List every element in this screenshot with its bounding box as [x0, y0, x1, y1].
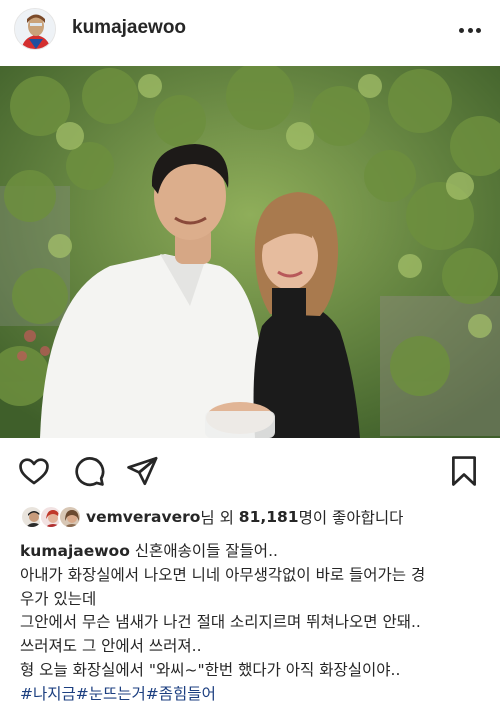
comment-button[interactable]	[72, 454, 106, 488]
caption-author[interactable]: kumajaewoo	[20, 542, 130, 560]
likes-text-suffix: 명이 좋아합니다	[298, 509, 404, 527]
more-dot	[476, 27, 481, 33]
profile-avatar[interactable]	[14, 8, 56, 50]
post-photo[interactable]	[0, 66, 500, 438]
like-button[interactable]	[17, 454, 51, 488]
save-button[interactable]	[447, 454, 481, 488]
post-actions	[0, 446, 500, 498]
bookmark-icon	[452, 456, 476, 486]
share-icon	[127, 456, 158, 486]
share-button[interactable]	[125, 454, 159, 488]
caption-hashtags[interactable]: #나지금#눈뜨는거#좀힘들어	[20, 683, 490, 706]
caption-text: 우가 있는데	[20, 589, 97, 608]
liker-avatars	[20, 505, 82, 529]
likes-summary[interactable]: vemveravero 님 외 81,181 명이 좋아합니다	[20, 505, 403, 529]
more-dot	[467, 27, 473, 33]
post-header: kumajaewoo	[0, 0, 500, 58]
more-horizontal-icon	[459, 27, 464, 33]
avatar-image	[15, 9, 55, 49]
caption-text: 형 오늘 화장실에서 "와씨~"한번 했다가 아직 화장실이야..	[20, 660, 401, 679]
post-image	[0, 66, 500, 438]
heart-icon	[19, 458, 49, 485]
post-caption: kumajaewoo 신혼애송이들 잘들어.. 아내가 화장실에서 나오면 니네…	[20, 540, 490, 706]
liker-avatar	[58, 505, 82, 529]
caption-line: kumajaewoo 신혼애송이들 잘들어..	[20, 540, 490, 564]
caption-text: 쓰러져도 그 안에서 쓰러져..	[20, 637, 202, 656]
caption-text: 그안에서 무슨 냄새가 나건 절대 소리지르며 뛰쳐나오면 안돼..	[20, 613, 421, 632]
caption-text: 아내가 화장실에서 나오면 니네 아무생각없이 바로 들어가는 경	[20, 565, 426, 584]
caption-text: 신혼애송이들 잘들어..	[134, 542, 278, 560]
likes-text-middle: 님 외	[200, 509, 239, 527]
comment-icon	[75, 457, 105, 487]
more-options-button[interactable]	[459, 27, 481, 33]
liker-username[interactable]: vemveravero	[86, 508, 200, 526]
likes-count[interactable]: 81,181	[239, 508, 299, 526]
post-username[interactable]: kumajaewoo	[72, 17, 186, 39]
